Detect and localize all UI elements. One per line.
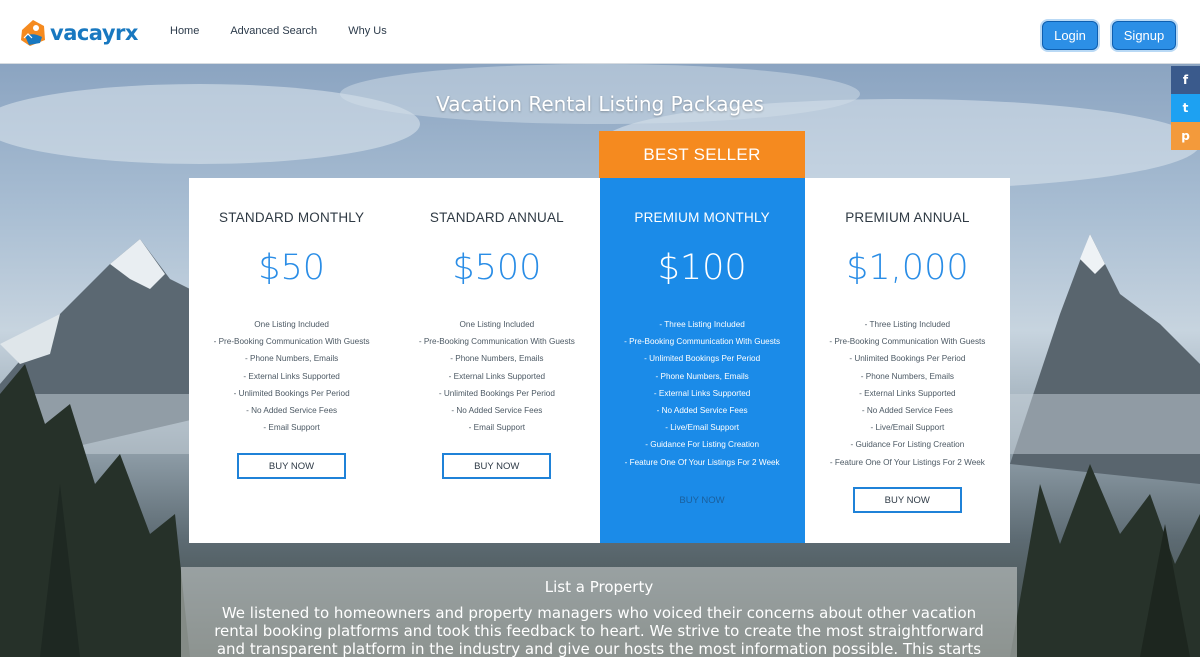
plan-feature: One Listing Included bbox=[459, 320, 535, 329]
plan-price: $1,000 bbox=[846, 248, 969, 288]
plan-name: STANDARD ANNUAL bbox=[429, 210, 564, 225]
plan-feature: - Pre-Booking Communication With Guests bbox=[829, 337, 986, 347]
plan-feature: - Phone Numbers, Emails bbox=[860, 371, 955, 381]
list-property-text: We listened to homeowners and property m… bbox=[214, 604, 984, 657]
logo-mark-icon bbox=[18, 16, 48, 50]
plan-feature: - External Links Supported bbox=[448, 371, 546, 381]
plan-name: PREMIUM ANNUAL bbox=[845, 210, 970, 225]
plan-card-premium-monthly: PREMIUM MONTHLY $100 - Three Listing Inc… bbox=[599, 178, 805, 543]
plan-price: $100 bbox=[657, 248, 747, 288]
plan-feature: - Guidance For Listing Creation bbox=[850, 440, 965, 450]
plan-feature: - Feature One Of Your Listings For 2 Wee… bbox=[624, 457, 780, 467]
auth-buttons: Login Signup bbox=[1042, 21, 1176, 50]
plan-card-standard-monthly: STANDARD MONTHLY $50 One Listing Include… bbox=[189, 178, 395, 543]
plan-feature: One Listing Included bbox=[254, 320, 329, 329]
list-property-panel: List a Property We listened to homeowner… bbox=[181, 567, 1017, 657]
plan-name: PREMIUM MONTHLY bbox=[634, 210, 770, 225]
vacayrx-logo[interactable]: vacayrx bbox=[18, 14, 138, 52]
plan-feature: - Unlimited Bookings Per Period bbox=[849, 354, 966, 364]
plan-features: - Three Listing Included - Pre-Booking C… bbox=[805, 319, 1010, 474]
plan-feature: - Guidance For Listing Creation bbox=[645, 440, 760, 450]
plan-feature: - Three Listing Included bbox=[659, 320, 745, 329]
list-property-title: List a Property bbox=[544, 578, 654, 596]
plan-feature: - External Links Supported bbox=[859, 388, 956, 398]
plan-feature: - No Added Service Fees bbox=[451, 405, 543, 415]
plan-features: One Listing Included - Pre-Booking Commu… bbox=[189, 319, 394, 439]
plan-price: $50 bbox=[258, 248, 326, 288]
buy-now-button[interactable]: BUY NOW bbox=[852, 487, 962, 513]
login-button[interactable]: Login bbox=[1042, 21, 1098, 50]
plan-feature: - Pre-Booking Communication With Guests bbox=[213, 337, 370, 347]
buy-now-button[interactable]: BUY NOW bbox=[442, 453, 552, 479]
plan-feature: - Email Support bbox=[263, 423, 320, 433]
plan-feature: - Unlimited Bookings Per Period bbox=[438, 388, 555, 398]
nav-advanced-search[interactable]: Advanced Search bbox=[230, 25, 317, 37]
plan-feature: - Live/Email Support bbox=[665, 423, 739, 433]
plan-features: One Listing Included - Pre-Booking Commu… bbox=[394, 319, 599, 439]
plan-feature: - No Added Service Fees bbox=[656, 405, 748, 415]
logo-text: vacayrx bbox=[50, 21, 138, 45]
plan-feature: - Unlimited Bookings Per Period bbox=[233, 388, 350, 398]
plan-feature: - External Links Supported bbox=[653, 388, 751, 398]
plan-feature: - Email Support bbox=[468, 423, 526, 433]
plan-feature: - External Links Supported bbox=[243, 371, 340, 381]
plan-card-premium-annual: PREMIUM ANNUAL $1,000 - Three Listing In… bbox=[804, 178, 1010, 543]
facebook-icon[interactable]: f bbox=[1171, 66, 1200, 94]
buy-now-button[interactable]: BUY NOW bbox=[237, 453, 346, 479]
main-nav: Home Advanced Search Why Us bbox=[170, 25, 387, 37]
plan-feature: - Feature One Of Your Listings For 2 Wee… bbox=[829, 457, 985, 467]
plan-feature: - Phone Numbers, Emails bbox=[655, 371, 749, 381]
nav-home[interactable]: Home bbox=[170, 25, 199, 37]
page-title: Vacation Rental Listing Packages bbox=[436, 92, 764, 116]
best-seller-badge: BEST SELLER bbox=[599, 131, 805, 178]
plan-feature: - Live/Email Support bbox=[870, 423, 945, 433]
plan-card-standard-annual: STANDARD ANNUAL $500 One Listing Include… bbox=[394, 178, 600, 543]
plan-feature: - Unlimited Bookings Per Period bbox=[644, 354, 761, 364]
pricing-cards: STANDARD MONTHLY $50 One Listing Include… bbox=[189, 178, 1010, 543]
site-header: vacayrx Home Advanced Search Why Us Logi… bbox=[0, 0, 1200, 64]
plan-feature: - Pre-Booking Communication With Guests bbox=[418, 337, 575, 347]
pinterest-icon[interactable]: p bbox=[1171, 122, 1200, 150]
plan-feature: - Pre-Booking Communication With Guests bbox=[624, 337, 781, 347]
plan-feature: - Three Listing Included bbox=[864, 320, 951, 329]
plan-feature: - Phone Numbers, Emails bbox=[450, 354, 544, 364]
buy-now-button[interactable]: BUY NOW bbox=[648, 487, 757, 513]
plan-price: $500 bbox=[452, 248, 542, 288]
plan-feature: - Phone Numbers, Emails bbox=[244, 354, 339, 364]
plan-feature: - No Added Service Fees bbox=[246, 405, 338, 415]
plan-feature: - No Added Service Fees bbox=[861, 405, 953, 415]
nav-why-us[interactable]: Why Us bbox=[348, 25, 387, 37]
plan-name: STANDARD MONTHLY bbox=[219, 210, 365, 225]
plan-features: - Three Listing Included - Pre-Booking C… bbox=[600, 319, 805, 474]
signup-button[interactable]: Signup bbox=[1112, 21, 1176, 50]
